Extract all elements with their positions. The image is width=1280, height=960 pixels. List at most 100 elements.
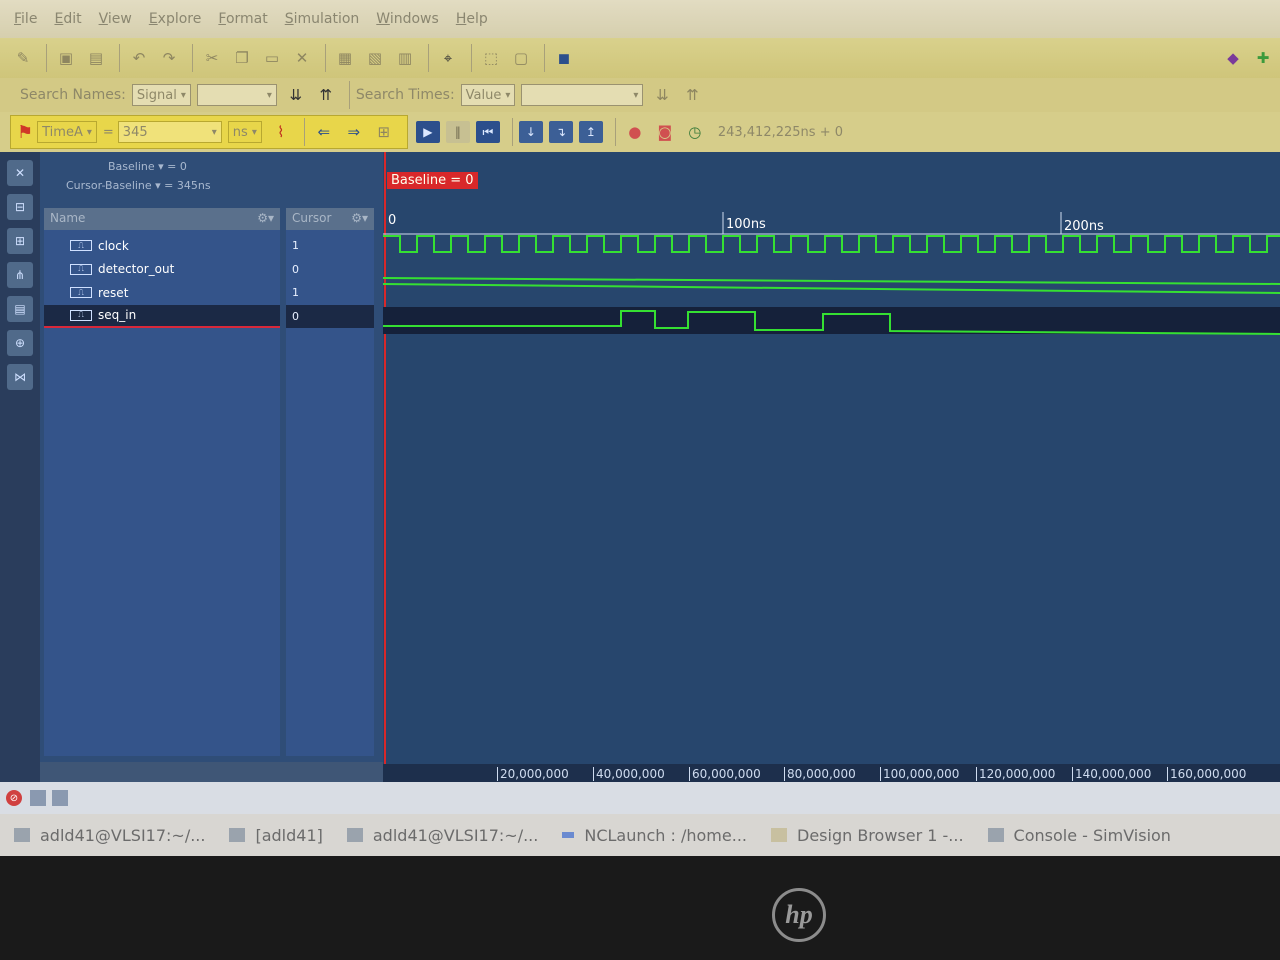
baseline-badge[interactable]: Baseline = 0 bbox=[387, 172, 478, 189]
chevron-down-icon: ▾ bbox=[211, 126, 217, 138]
zoom-time-icon[interactable]: ⊞ bbox=[371, 119, 397, 145]
search-names-label: Search Names: bbox=[20, 87, 126, 103]
scale-tick: 140,000,000 bbox=[1072, 767, 1151, 781]
signal-row-seq-in[interactable]: ⎍ seq_in bbox=[44, 304, 280, 328]
waveform-area[interactable]: 0 100ns 200ns Baseline = 0 bbox=[383, 152, 1280, 764]
prev-edge-icon[interactable]: ⇐ bbox=[311, 119, 337, 145]
time-unit-select[interactable]: ns ▾ bbox=[227, 121, 262, 143]
step-over-button[interactable]: ↴ bbox=[548, 121, 573, 143]
delete-icon[interactable]: ✕ bbox=[289, 45, 315, 71]
time-marker-select[interactable]: TimeA ▾ bbox=[37, 121, 97, 143]
search-next-icon[interactable]: ⇊ bbox=[283, 82, 309, 108]
menu-file[interactable]: File bbox=[14, 11, 37, 27]
names-header: Name ⚙▾ bbox=[44, 208, 280, 230]
search-times-prev-icon[interactable]: ⇈ bbox=[679, 82, 705, 108]
taskbar-item-folder[interactable]: [adld41] bbox=[229, 825, 323, 845]
memory-icon[interactable]: ▥ bbox=[392, 45, 418, 71]
stop-sim-icon[interactable]: ● bbox=[622, 119, 648, 145]
next-edge-icon[interactable]: ⇒ bbox=[341, 119, 367, 145]
search-times-mode-value: Value bbox=[465, 87, 502, 103]
gear-icon[interactable]: ⚙▾ bbox=[257, 211, 274, 227]
rewind-button[interactable]: ⏮ bbox=[475, 121, 500, 143]
open-icon[interactable]: ✎ bbox=[10, 45, 36, 71]
flag-icon[interactable]: ⚑ bbox=[17, 122, 33, 143]
design-cube-icon[interactable]: ◆ bbox=[1220, 45, 1246, 71]
menu-explore[interactable]: Explore bbox=[149, 11, 202, 27]
cut-icon[interactable]: ✂ bbox=[199, 45, 225, 71]
group-icon[interactable]: ⬚ bbox=[478, 45, 504, 71]
taskbar-item-design-browser[interactable]: Design Browser 1 -... bbox=[771, 826, 964, 845]
time-value: 345 bbox=[122, 124, 148, 140]
schematic-icon[interactable]: ▦ bbox=[332, 45, 358, 71]
search-times-mode[interactable]: Value ▾ bbox=[460, 84, 516, 106]
toolbar-divider bbox=[471, 44, 472, 72]
taskbar-item-nclaunch[interactable]: NCLaunch : /home... bbox=[562, 826, 747, 845]
toolbar-divider bbox=[192, 44, 193, 72]
save-as-icon[interactable]: ▤ bbox=[83, 45, 109, 71]
source-icon[interactable]: ▧ bbox=[362, 45, 388, 71]
menu-simulation[interactable]: Simulation bbox=[285, 11, 360, 27]
hp-logo: hp bbox=[772, 888, 826, 942]
save-status-icon[interactable] bbox=[52, 790, 68, 806]
stop-icon[interactable]: ⊘ bbox=[6, 790, 22, 806]
redo-icon[interactable]: ↷ bbox=[156, 45, 182, 71]
probe-icon[interactable]: ⊕ bbox=[7, 330, 33, 356]
paste-icon[interactable]: ▭ bbox=[259, 45, 285, 71]
menu-format[interactable]: Format bbox=[218, 11, 267, 27]
taskbar-item-label: [adld41] bbox=[255, 825, 323, 845]
design-browser-icon[interactable]: ⊟ bbox=[7, 194, 33, 220]
signal-row-reset[interactable]: ⎍ reset bbox=[44, 281, 280, 305]
signal-row-clock[interactable]: ⎍ clock bbox=[44, 234, 280, 258]
cursor-baseline-label[interactable]: Cursor-Baseline ▾ = 345ns bbox=[46, 179, 376, 192]
toolbar-divider bbox=[119, 44, 120, 72]
taskbar-item-terminal-1[interactable]: adld41@VLSI17:~/... bbox=[14, 826, 205, 845]
menu-edit[interactable]: Edit bbox=[54, 11, 81, 27]
menu-help[interactable]: Help bbox=[456, 11, 488, 27]
detector-out-waveform[interactable] bbox=[383, 277, 1280, 285]
time-value-input[interactable]: 345 ▾ bbox=[117, 121, 222, 143]
search-times-input[interactable]: ▾ bbox=[521, 84, 644, 106]
search-names-mode[interactable]: Signal ▾ bbox=[131, 84, 191, 106]
clock-waveform[interactable] bbox=[383, 235, 1280, 253]
taskbar-item-terminal-2[interactable]: adld41@VLSI17:~/... bbox=[346, 826, 538, 845]
binoculars-icon[interactable]: ⌖ bbox=[435, 45, 461, 71]
overview-scale[interactable]: 20,000,000 40,000,000 60,000,000 80,000,… bbox=[383, 764, 1280, 784]
menu-windows[interactable]: Windows bbox=[376, 11, 439, 27]
search-times-next-icon[interactable]: ⇊ bbox=[649, 82, 675, 108]
chevron-down-icon: ▾ bbox=[505, 89, 511, 101]
hierarchy-status-icon[interactable] bbox=[30, 790, 46, 806]
chevron-down-icon: ▾ bbox=[251, 126, 257, 138]
pause-button[interactable]: ‖ bbox=[445, 121, 470, 143]
undo-icon[interactable]: ↶ bbox=[126, 45, 152, 71]
step-button[interactable]: ↓ bbox=[518, 121, 543, 143]
cursor-value: 1 bbox=[292, 286, 299, 300]
search-names-input[interactable]: ▾ bbox=[196, 84, 277, 106]
taskbar-item-console[interactable]: Console - SimVision bbox=[987, 826, 1171, 845]
schematic-tracer-icon[interactable]: ⊞ bbox=[7, 228, 33, 254]
stop-record-icon[interactable]: ◙ bbox=[652, 119, 678, 145]
console-icon bbox=[987, 828, 1004, 842]
tool-strip: ✕ ⊟ ⊞ ⋔ ▤ ⊕ ⋈ bbox=[0, 152, 40, 782]
menu-view[interactable]: View bbox=[99, 11, 132, 27]
cursor-time-icon[interactable]: ⌇ bbox=[268, 119, 294, 145]
run-button[interactable]: ▶ bbox=[415, 121, 440, 143]
signal-name: clock bbox=[98, 238, 129, 253]
register-icon[interactable]: ▤ bbox=[7, 296, 33, 322]
step-out-button[interactable]: ↥ bbox=[578, 121, 603, 143]
gear-icon[interactable]: ⚙▾ bbox=[351, 211, 368, 227]
baseline-label[interactable]: Baseline ▾ = 0 bbox=[46, 160, 376, 173]
hierarchy-icon[interactable]: ⋔ bbox=[7, 262, 33, 288]
waveform-canvas[interactable]: 0 100ns 200ns bbox=[383, 152, 1280, 764]
close-icon[interactable]: ✕ bbox=[7, 160, 33, 186]
scale-tick: 80,000,000 bbox=[784, 767, 856, 781]
window-icon[interactable]: ◼ bbox=[551, 45, 577, 71]
signal-row-detector-out[interactable]: ⎍ detector_out bbox=[44, 258, 280, 282]
search-prev-icon[interactable]: ⇈ bbox=[313, 82, 339, 108]
chevron-down-icon: ▾ bbox=[633, 89, 639, 101]
add-icon[interactable]: ✚ bbox=[1250, 45, 1276, 71]
reset-waveform[interactable] bbox=[383, 283, 1280, 294]
copy-icon[interactable]: ❐ bbox=[229, 45, 255, 71]
group-signals-icon[interactable]: ⋈ bbox=[7, 364, 33, 390]
marker-icon[interactable]: ▢ bbox=[508, 45, 534, 71]
save-icon[interactable]: ▣ bbox=[53, 45, 79, 71]
